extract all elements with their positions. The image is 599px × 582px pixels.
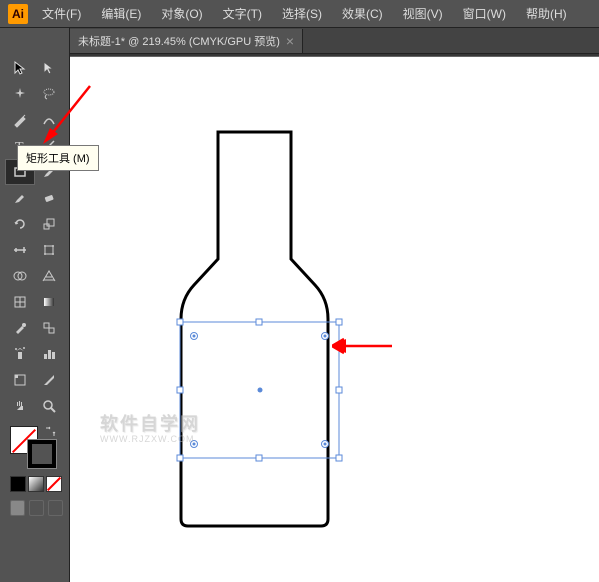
selection-bounding-box[interactable] <box>176 318 343 463</box>
menu-select[interactable]: 选择(S) <box>274 1 330 26</box>
center-point <box>258 388 263 393</box>
menu-file[interactable]: 文件(F) <box>34 1 89 26</box>
scale-tool[interactable] <box>36 212 64 236</box>
magic-wand-tool[interactable] <box>6 82 34 106</box>
swap-colors-icon[interactable] <box>44 426 56 438</box>
eyedropper-tool[interactable] <box>6 316 34 340</box>
shape-builder-tool[interactable] <box>6 264 34 288</box>
title-bar: Ai 文件(F) 编辑(E) 对象(O) 文字(T) 选择(S) 效果(C) 视… <box>0 0 599 28</box>
artboard-tool[interactable] <box>6 368 34 392</box>
color-section <box>6 426 63 470</box>
handle-bm[interactable] <box>256 455 262 461</box>
document-area: 未标题-1* @ 219.45% (CMYK/GPU 预览) × <box>70 28 599 582</box>
hand-tool[interactable] <box>6 394 34 418</box>
mini-color-black[interactable] <box>10 476 26 492</box>
blend-tool[interactable] <box>36 316 64 340</box>
menu-view[interactable]: 视图(V) <box>395 1 451 26</box>
handle-tl[interactable] <box>177 319 183 325</box>
slice-tool[interactable] <box>36 368 64 392</box>
menu-bar: 文件(F) 编辑(E) 对象(O) 文字(T) 选择(S) 效果(C) 视图(V… <box>34 1 575 26</box>
document-tab-title: 未标题-1* @ 219.45% (CMYK/GPU 预览) <box>78 33 280 49</box>
mini-color-none[interactable] <box>46 476 62 492</box>
document-tabs: 未标题-1* @ 219.45% (CMYK/GPU 预览) × <box>70 28 599 54</box>
width-tool[interactable] <box>6 238 34 262</box>
draw-normal-mode[interactable] <box>10 500 25 516</box>
direct-selection-tool[interactable] <box>36 56 64 80</box>
perspective-grid-tool[interactable] <box>36 264 64 288</box>
watermark-text: 软件自学网 <box>100 410 200 436</box>
gradient-tool[interactable] <box>36 290 64 314</box>
annotation-arrow-right <box>332 336 392 356</box>
handle-br[interactable] <box>336 455 342 461</box>
app-logo: Ai <box>8 4 28 24</box>
menu-object[interactable]: 对象(O) <box>153 1 210 26</box>
shaper-tool[interactable] <box>6 186 34 210</box>
tooltip: 矩形工具 (M) <box>17 145 99 171</box>
menu-edit[interactable]: 编辑(E) <box>93 1 149 26</box>
column-graph-tool[interactable] <box>36 342 64 366</box>
handle-bl[interactable] <box>177 455 183 461</box>
canvas[interactable]: 软件自学网 WWW.RJZXW.COM <box>70 57 599 582</box>
menu-help[interactable]: 帮助(H) <box>518 1 575 26</box>
menu-type[interactable]: 文字(T) <box>215 1 270 26</box>
menu-effect[interactable]: 效果(C) <box>334 1 391 26</box>
watermark-url: WWW.RJZXW.COM <box>100 434 194 444</box>
zoom-tool[interactable] <box>36 394 64 418</box>
symbol-sprayer-tool[interactable] <box>6 342 34 366</box>
free-transform-tool[interactable] <box>36 238 64 262</box>
pen-tool[interactable] <box>6 108 34 132</box>
draw-mode-row <box>6 500 63 516</box>
handle-tm[interactable] <box>256 319 262 325</box>
eraser-tool[interactable] <box>36 186 64 210</box>
selection-tool[interactable] <box>6 56 34 80</box>
mesh-tool[interactable] <box>6 290 34 314</box>
handle-mr[interactable] <box>336 387 342 393</box>
handle-tr[interactable] <box>336 319 342 325</box>
draw-inside-mode[interactable] <box>48 500 63 516</box>
color-mini-row <box>6 476 63 492</box>
draw-behind-mode[interactable] <box>29 500 44 516</box>
mini-color-gradient[interactable] <box>28 476 44 492</box>
rotate-tool[interactable] <box>6 212 34 236</box>
close-tab-icon[interactable]: × <box>286 34 294 48</box>
stroke-color-swatch[interactable] <box>28 440 56 468</box>
document-tab[interactable]: 未标题-1* @ 219.45% (CMYK/GPU 预览) × <box>70 29 303 53</box>
handle-ml[interactable] <box>177 387 183 393</box>
menu-window[interactable]: 窗口(W) <box>455 1 514 26</box>
annotation-arrow-down <box>40 84 95 154</box>
